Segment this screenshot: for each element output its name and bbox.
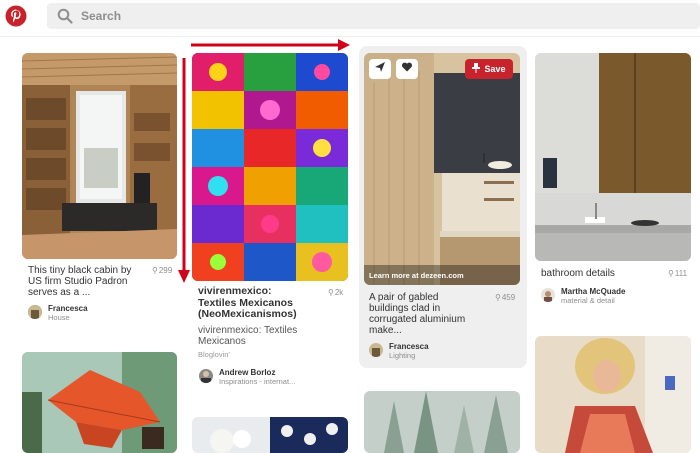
pin-image-textiles[interactable] (192, 53, 348, 281)
send-button[interactable] (369, 59, 391, 79)
avatar[interactable] (541, 288, 555, 302)
save-button[interactable]: Save (465, 59, 513, 79)
like-button[interactable] (396, 59, 418, 79)
pin-title-bathroom: bathroom details (541, 268, 615, 279)
pin-board-name[interactable]: House (48, 313, 70, 322)
pin-image-orange-tent[interactable] (22, 352, 177, 453)
pin-source[interactable]: Bloglovin' (198, 350, 230, 359)
pin-description-textiles: vivirenmexico: Textiles Mexicanos (198, 325, 298, 347)
learn-more-link[interactable]: Learn more at dezeen.com (369, 271, 464, 280)
pin-icon: ⚲ (495, 293, 501, 302)
repin-count-gabled: ⚲459 (495, 293, 516, 302)
pin-title-textiles: vivirenmexico: Textiles Mexicanos (NeoMe… (198, 285, 297, 320)
avatar[interactable] (28, 305, 42, 319)
pin-icon: ⚲ (328, 288, 334, 297)
pin-image-cabin[interactable] (22, 53, 177, 259)
pin-image-bathroom[interactable] (535, 53, 691, 261)
pin-image-woman[interactable] (535, 336, 691, 453)
pin-icon: ⚲ (668, 269, 674, 278)
repin-count-textiles: ⚲2k (328, 288, 344, 297)
pin-user-name[interactable]: Martha McQuade (561, 287, 625, 296)
heart-icon (401, 60, 413, 78)
pin-image-forest[interactable] (364, 391, 520, 453)
avatar[interactable] (369, 343, 383, 357)
pin-board-name[interactable]: Inspirations - internat... (219, 377, 295, 386)
pin-image-gabled[interactable] (364, 53, 520, 285)
pin-image-flowers-pattern[interactable] (192, 417, 348, 453)
pin-icon: ⚲ (152, 266, 158, 275)
pin-board-name[interactable]: material & detail (561, 296, 615, 305)
repin-count-bathroom: ⚲111 (668, 269, 688, 278)
repin-count-cabin: ⚲299 (152, 266, 173, 275)
pin-board-name[interactable]: Lighting (389, 351, 415, 360)
pin-title-gabled: A pair of gabled buildings clad in corru… (369, 292, 466, 336)
pin-user-name[interactable]: Andrew Borloz (219, 368, 275, 377)
send-icon (374, 60, 386, 78)
avatar[interactable] (199, 369, 213, 383)
pin-user-name[interactable]: Francesca (48, 304, 88, 313)
pin-title-cabin: This tiny black cabin by US firm Studio … (28, 265, 132, 298)
pin-user-name[interactable]: Francesca (389, 342, 429, 351)
pin-icon (472, 63, 481, 75)
